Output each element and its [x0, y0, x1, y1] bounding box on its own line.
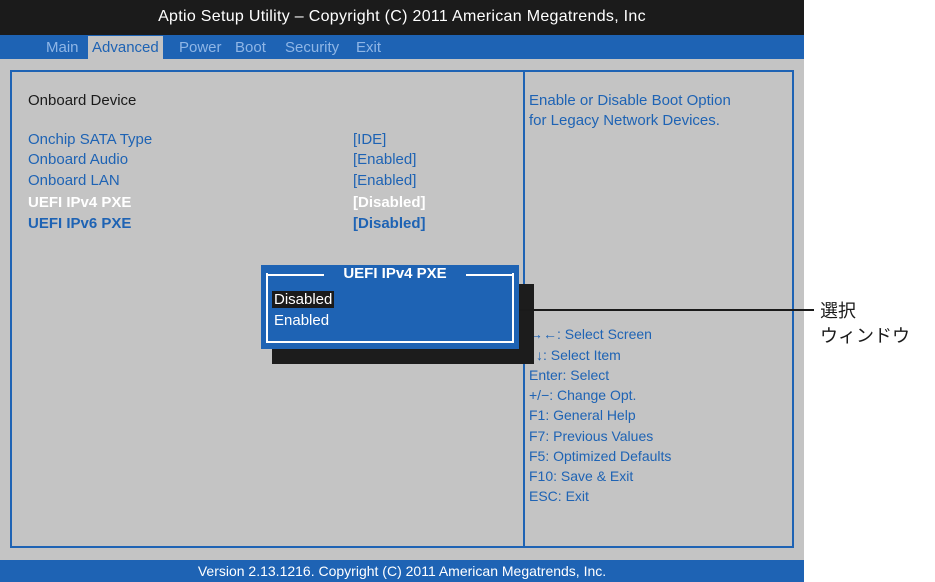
key-hint-change-opt: +/−: Change Opt. [529, 387, 637, 403]
popup-option-disabled[interactable]: Disabled [272, 291, 335, 308]
callout-label-line-2: ウィンドウ [820, 326, 910, 346]
callout-label-line-1: 選択 [820, 301, 856, 321]
setting-label-onboard-audio[interactable]: Onboard Audio [28, 151, 128, 168]
popup-title: UEFI IPv4 PXE [343, 265, 447, 282]
key-hint-general-help: F1: General Help [529, 407, 636, 423]
footer-text: Version 2.13.1216. Copyright (C) 2011 Am… [197, 563, 607, 579]
help-text-line-2: for Legacy Network Devices. [529, 112, 720, 129]
setting-label-uefi-ipv4-pxe[interactable]: UEFI IPv4 PXE [28, 194, 131, 211]
setting-value-onboard-audio[interactable]: [Enabled] [353, 151, 416, 168]
bios-screen: Aptio Setup Utility – Copyright (C) 2011… [0, 0, 804, 582]
tab-boot[interactable]: Boot [235, 39, 266, 56]
tab-advanced[interactable]: Advanced [88, 36, 163, 59]
menu-bar: Main Advanced Power Boot Security Exit [0, 35, 804, 59]
popup-border [266, 273, 514, 343]
help-text-line-1: Enable or Disable Boot Option [529, 92, 731, 109]
popup-border-top-right [466, 274, 514, 276]
key-hint-enter: Enter: Select [529, 367, 610, 383]
key-hint-select-item: ↑↓: Select Item [529, 347, 621, 363]
tab-power[interactable]: Power [179, 39, 222, 56]
setting-value-onboard-lan[interactable]: [Enabled] [353, 172, 416, 189]
tab-main[interactable]: Main [46, 39, 79, 56]
key-hint-optimized-defaults: F5: Optimized Defaults [529, 448, 672, 464]
tab-security[interactable]: Security [285, 39, 339, 56]
setting-label-uefi-ipv6-pxe[interactable]: UEFI IPv6 PXE [28, 215, 131, 232]
setting-label-onboard-lan[interactable]: Onboard LAN [28, 172, 120, 189]
section-heading: Onboard Device [28, 92, 137, 109]
title-bar: Aptio Setup Utility – Copyright (C) 2011… [0, 0, 804, 35]
selection-popup: UEFI IPv4 PXE Disabled Enabled [261, 265, 519, 349]
title-text: Aptio Setup Utility – Copyright (C) 2011… [158, 8, 646, 25]
tab-exit[interactable]: Exit [356, 39, 381, 56]
key-hint-save-exit: F10: Save & Exit [529, 468, 634, 484]
setting-value-uefi-ipv4-pxe[interactable]: [Disabled] [353, 194, 426, 211]
footer-bar: Version 2.13.1216. Copyright (C) 2011 Am… [0, 560, 804, 582]
popup-option-enabled[interactable]: Enabled [274, 312, 329, 329]
callout-line [519, 309, 814, 311]
key-hint-select-screen: →←: Select Screen [529, 326, 652, 342]
setting-value-onchip-sata[interactable]: [IDE] [353, 131, 386, 148]
key-hint-previous-values: F7: Previous Values [529, 428, 654, 444]
popup-border-top-left [266, 274, 324, 276]
key-hint-esc-exit: ESC: Exit [529, 488, 589, 504]
setting-label-onchip-sata[interactable]: Onchip SATA Type [28, 131, 152, 148]
setting-value-uefi-ipv6-pxe[interactable]: [Disabled] [353, 215, 426, 232]
